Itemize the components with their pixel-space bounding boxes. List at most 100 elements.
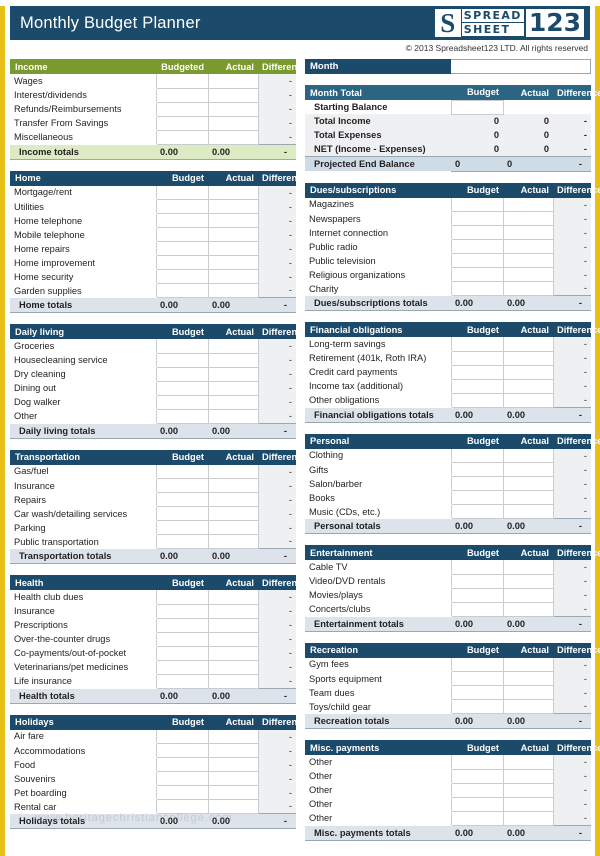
row-actual-input[interactable] xyxy=(502,267,554,282)
row-actual-input[interactable] xyxy=(207,785,259,800)
row-actual-input[interactable] xyxy=(502,574,554,589)
row-actual-input[interactable] xyxy=(502,197,554,212)
row-actual-input[interactable] xyxy=(207,520,259,535)
row-budget-input[interactable] xyxy=(155,618,209,633)
row-actual-input[interactable] xyxy=(207,646,259,661)
row-actual-input[interactable] xyxy=(207,590,259,605)
row-actual-input[interactable] xyxy=(502,671,554,686)
row-budget-input[interactable] xyxy=(155,409,209,424)
row-actual-input[interactable] xyxy=(502,462,554,477)
row-budget-input[interactable] xyxy=(155,116,209,131)
row-budget-input[interactable] xyxy=(450,267,504,282)
starting-balance-input[interactable] xyxy=(450,99,504,115)
row-actual-input[interactable] xyxy=(207,339,259,354)
row-actual-input[interactable] xyxy=(207,632,259,647)
row-budget-input[interactable] xyxy=(155,88,209,103)
row-actual-input[interactable] xyxy=(502,365,554,380)
row-actual-input[interactable] xyxy=(207,492,259,507)
month-input[interactable] xyxy=(451,59,591,74)
row-actual-input[interactable] xyxy=(207,381,259,396)
row-budget-input[interactable] xyxy=(450,783,504,798)
row-budget-input[interactable] xyxy=(450,225,504,240)
row-budget-input[interactable] xyxy=(450,197,504,212)
row-budget-input[interactable] xyxy=(155,199,209,214)
row-budget-input[interactable] xyxy=(155,520,209,535)
row-budget-input[interactable] xyxy=(155,478,209,493)
row-budget-input[interactable] xyxy=(450,755,504,770)
row-actual-input[interactable] xyxy=(207,409,259,424)
row-budget-input[interactable] xyxy=(155,646,209,661)
row-budget-input[interactable] xyxy=(155,674,209,689)
row-budget-input[interactable] xyxy=(450,337,504,352)
row-actual-input[interactable] xyxy=(207,674,259,689)
row-actual-input[interactable] xyxy=(502,239,554,254)
row-budget-input[interactable] xyxy=(450,239,504,254)
row-actual-input[interactable] xyxy=(502,281,554,296)
row-budget-input[interactable] xyxy=(155,785,209,800)
row-actual-input[interactable] xyxy=(207,604,259,619)
row-actual-input[interactable] xyxy=(207,534,259,549)
row-budget-input[interactable] xyxy=(155,729,209,744)
row-actual-input[interactable] xyxy=(207,618,259,633)
row-budget-input[interactable] xyxy=(155,757,209,772)
row-budget-input[interactable] xyxy=(155,632,209,647)
row-actual-input[interactable] xyxy=(502,811,554,826)
row-actual-input[interactable] xyxy=(207,283,259,298)
row-budget-input[interactable] xyxy=(155,395,209,410)
row-budget-input[interactable] xyxy=(155,590,209,605)
row-budget-input[interactable] xyxy=(450,281,504,296)
row-budget-input[interactable] xyxy=(450,685,504,700)
row-actual-input[interactable] xyxy=(502,755,554,770)
row-budget-input[interactable] xyxy=(450,393,504,408)
row-actual-input[interactable] xyxy=(207,102,259,117)
row-actual-input[interactable] xyxy=(502,602,554,617)
row-budget-input[interactable] xyxy=(155,743,209,758)
row-actual-input[interactable] xyxy=(207,729,259,744)
row-budget-input[interactable] xyxy=(155,102,209,117)
row-budget-input[interactable] xyxy=(450,476,504,491)
row-budget-input[interactable] xyxy=(450,602,504,617)
row-budget-input[interactable] xyxy=(450,504,504,519)
row-actual-input[interactable] xyxy=(502,211,554,226)
row-actual-input[interactable] xyxy=(207,757,259,772)
row-actual-input[interactable] xyxy=(207,88,259,103)
row-actual-input[interactable] xyxy=(207,743,259,758)
row-budget-input[interactable] xyxy=(155,506,209,521)
row-actual-input[interactable] xyxy=(502,476,554,491)
row-budget-input[interactable] xyxy=(450,211,504,226)
row-budget-input[interactable] xyxy=(155,339,209,354)
row-actual-input[interactable] xyxy=(207,367,259,382)
row-actual-input[interactable] xyxy=(207,353,259,368)
row-actual-input[interactable] xyxy=(502,490,554,505)
row-budget-input[interactable] xyxy=(450,365,504,380)
row-budget-input[interactable] xyxy=(450,253,504,268)
row-actual-input[interactable] xyxy=(207,74,259,89)
row-actual-input[interactable] xyxy=(502,699,554,714)
row-actual-input[interactable] xyxy=(502,588,554,603)
row-actual-input[interactable] xyxy=(207,395,259,410)
row-budget-input[interactable] xyxy=(450,699,504,714)
row-actual-input[interactable] xyxy=(502,657,554,672)
row-actual-input[interactable] xyxy=(502,769,554,784)
row-actual-input[interactable] xyxy=(502,393,554,408)
row-budget-input[interactable] xyxy=(155,269,209,284)
row-budget-input[interactable] xyxy=(155,185,209,200)
row-actual-input[interactable] xyxy=(502,448,554,463)
row-actual-input[interactable] xyxy=(207,269,259,284)
row-actual-input[interactable] xyxy=(502,560,554,575)
row-budget-input[interactable] xyxy=(155,213,209,228)
row-budget-input[interactable] xyxy=(450,560,504,575)
row-budget-input[interactable] xyxy=(450,490,504,505)
row-actual-input[interactable] xyxy=(207,227,259,242)
row-actual-input[interactable] xyxy=(502,504,554,519)
row-budget-input[interactable] xyxy=(450,379,504,394)
row-actual-input[interactable] xyxy=(207,506,259,521)
row-budget-input[interactable] xyxy=(155,353,209,368)
row-budget-input[interactable] xyxy=(155,604,209,619)
row-budget-input[interactable] xyxy=(450,657,504,672)
row-budget-input[interactable] xyxy=(155,367,209,382)
row-actual-input[interactable] xyxy=(502,685,554,700)
row-actual-input[interactable] xyxy=(207,464,259,479)
row-actual-input[interactable] xyxy=(502,797,554,812)
row-actual-input[interactable] xyxy=(207,799,259,814)
